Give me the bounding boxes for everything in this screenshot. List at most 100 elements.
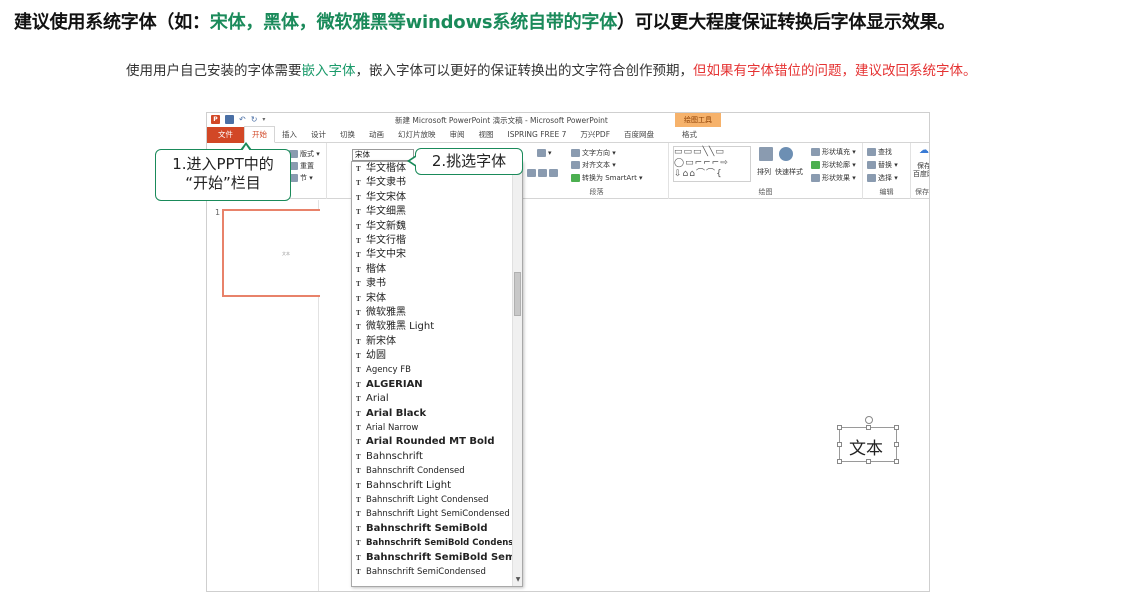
truetype-font-icon: T [356,395,361,404]
select-button[interactable]: 选择 ▾ [867,173,898,183]
resize-handle[interactable] [866,459,871,464]
align-text-button[interactable]: 对齐文本 ▾ [571,160,616,170]
font-list-scrollbar[interactable]: ▼ [512,162,522,586]
font-list-item-label: Bahnschrift Light Condensed [366,494,489,505]
font-list-item[interactable]: T 幼圆 [352,349,522,363]
tab-view[interactable]: 视图 [472,127,501,143]
tab-transitions[interactable]: 切换 [333,127,362,143]
smartart-button[interactable]: 转换为 SmartArt ▾ [571,173,643,183]
shapes-gallery[interactable]: ▭▭▭╲╲▭ ◯▭⌐⌐⌐⇨ ⇩⌂⌂⌒⌒{ [673,146,751,182]
truetype-font-icon: T [356,352,361,361]
shape-outline-button[interactable]: 形状轮廓 ▾ [811,160,856,170]
tab-wanxing-pdf[interactable]: 万兴PDF [573,127,617,143]
section-button[interactable]: 节 ▾ [289,173,313,183]
font-name-input[interactable]: 宋体 [352,149,414,161]
font-list-item[interactable]: T Arial Black [352,407,522,421]
font-list-item[interactable]: T 华文中宋 [352,248,522,262]
resize-handle[interactable] [837,442,842,447]
drawing-group: ▭▭▭╲╲▭ ◯▭⌐⌐⌐⇨ ⇩⌂⌂⌒⌒{ 排列 快速样式 形状填充 ▾ 形状轮廓 ▾… [669,143,863,199]
resize-handle[interactable] [894,459,899,464]
resize-handle[interactable] [837,459,842,464]
font-list-item[interactable]: T Arial Rounded MT Bold [352,435,522,449]
tab-insert[interactable]: 插入 [275,127,304,143]
font-list-item[interactable]: T Bahnschrift [352,450,522,464]
font-list-item[interactable]: T 楷体 [352,263,522,277]
resize-handle[interactable] [837,425,842,430]
baidu-label[interactable]: 百度网 [913,169,929,179]
replace-button[interactable]: 替换 ▾ [867,160,898,170]
shape-effects-button[interactable]: 形状效果 ▾ [811,173,856,183]
redo-icon[interactable]: ↻ [251,115,258,124]
layout-button[interactable]: 版式 ▾ [289,149,320,159]
font-list-item[interactable]: T 华文细黑 [352,205,522,219]
tab-animations[interactable]: 动画 [362,127,391,143]
font-list-item-label: 微软雅黑 Light [366,321,435,333]
font-list-item[interactable]: T Bahnschrift SemiBold Condensed [352,536,522,550]
shape-outline-icon [811,161,820,169]
intro-paragraph: 使用用户自己安装的字体需要嵌入字体，嵌入字体可以更好的保证转换出的文字符合创作预… [126,62,1026,80]
font-list-item[interactable]: T Bahnschrift Light [352,479,522,493]
font-list-item[interactable]: T Bahnschrift SemiCondensed [352,565,522,579]
tab-slideshow[interactable]: 幻灯片放映 [391,127,443,143]
callout-step-2: 2.挑选字体 [407,148,523,175]
truetype-font-icon: T [356,510,361,519]
shape-fill-button[interactable]: 形状填充 ▾ [811,147,856,157]
tab-home[interactable]: 开始 [244,126,275,143]
para-text: 使用用户自己安装的字体需要 [126,63,302,79]
font-list-item[interactable]: T 隶书 [352,277,522,291]
scrollbar-thumb[interactable] [514,272,521,316]
font-list-item-label: 华文新魏 [366,220,406,232]
rotate-handle[interactable] [865,416,873,424]
font-list-item[interactable]: T Agency FB [352,363,522,377]
text-direction-button[interactable]: 文字方向 ▾ [571,148,616,158]
tab-ispring[interactable]: ISPRING FREE 7 [501,127,574,143]
cloud-save-icon[interactable]: ☁ [919,145,929,156]
line-spacing-button[interactable]: ▾ [537,149,552,157]
quick-styles-button[interactable] [779,147,795,161]
font-list-item[interactable]: T Bahnschrift Light SemiCondensed [352,507,522,521]
font-list-item[interactable]: T Bahnschrift SemiBold SemiConden [352,551,522,565]
font-list-item[interactable]: T 宋体 [352,292,522,306]
font-list-item[interactable]: T 微软雅黑 [352,306,522,320]
tab-baidu-netdisk[interactable]: 百度网盘 [617,127,661,143]
para-warning: 但如果有字体错位的问题，建议改回系统字体。 [693,63,977,79]
tab-design[interactable]: 设计 [304,127,333,143]
truetype-font-icon: T [356,165,361,173]
tab-review[interactable]: 审阅 [443,127,472,143]
font-list-item[interactable]: T Arial [352,392,522,406]
font-list-item[interactable]: T 华文宋体 [352,191,522,205]
truetype-font-icon: T [356,236,361,245]
undo-icon[interactable]: ↶ [239,115,246,124]
font-list-item[interactable]: T Bahnschrift SemiBold [352,522,522,536]
slide-textbox[interactable]: 文本 [837,416,899,464]
tab-format[interactable]: 格式 [675,127,704,143]
resize-handle[interactable] [894,425,899,430]
resize-handle[interactable] [894,442,899,447]
reset-button[interactable]: 重置 [289,161,314,171]
quick-styles-label[interactable]: 快速样式 [775,167,803,177]
font-list-item[interactable]: T Bahnschrift Light Condensed [352,493,522,507]
save-icon[interactable] [225,115,234,124]
font-list-item[interactable]: T 华文隶书 [352,176,522,190]
quick-access-toolbar: P ↶ ↻ ▾ [211,115,265,124]
font-list-item[interactable]: T 新宋体 [352,335,522,349]
font-list-item[interactable]: T ALGERIAN [352,378,522,392]
arrange-label[interactable]: 排列 [757,167,771,177]
tab-file[interactable]: 文件 [207,126,244,143]
font-list-item[interactable]: T Arial Narrow [352,421,522,435]
customize-qat-icon[interactable]: ▾ [262,116,265,123]
find-button[interactable]: 查找 [867,147,892,157]
font-list-item[interactable]: T 微软雅黑 Light [352,320,522,334]
text-direction-icon [571,149,580,157]
font-list-item[interactable]: T 华文新魏 [352,220,522,234]
embed-font-link[interactable]: 嵌入字体 [302,63,356,79]
align-buttons[interactable] [527,169,560,177]
resize-handle[interactable] [866,425,871,430]
scroll-down-icon[interactable]: ▼ [514,576,522,584]
font-dropdown-list[interactable]: T 华文楷体 T 华文隶书 T 华文宋体 T 华文细黑 T 华文新魏 T 华文行楷 T 华文中宋 T 楷体 T 隶… [351,161,523,587]
font-list-item[interactable]: T Bahnschrift Condensed [352,464,522,478]
font-list-item[interactable]: T 华文行楷 [352,234,522,248]
arrange-button[interactable] [759,147,775,161]
font-list-item-label: Bahnschrift SemiBold SemiConden [366,551,523,563]
truetype-font-icon: T [356,567,361,576]
